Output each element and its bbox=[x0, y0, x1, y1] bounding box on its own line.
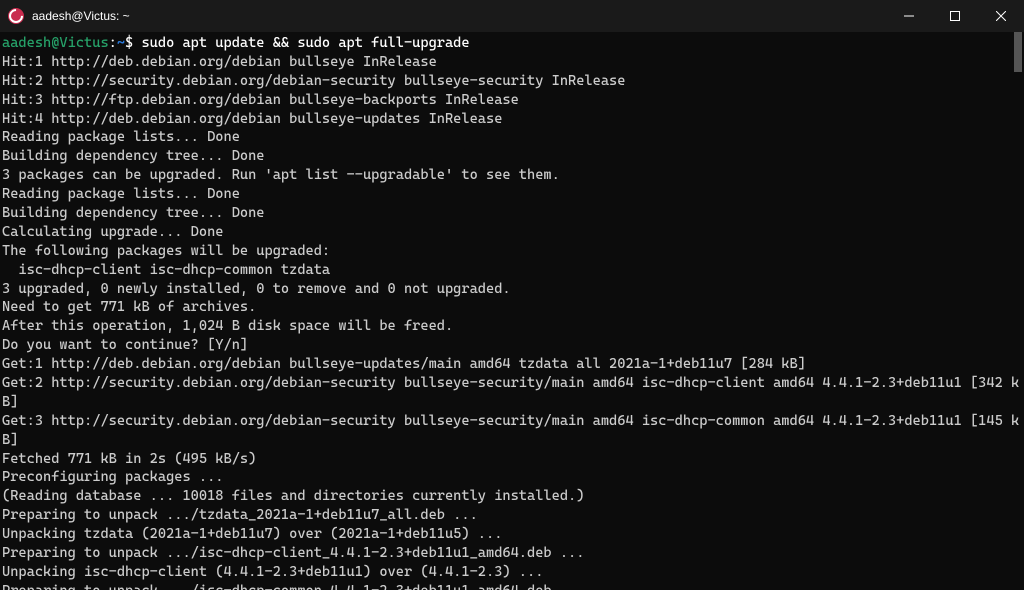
output-line: Hit:4 http://deb.debian.org/debian bulls… bbox=[2, 110, 1024, 129]
output-line: Hit:2 http://security.debian.org/debian-… bbox=[2, 72, 1024, 91]
output-line: Building dependency tree... Done bbox=[2, 204, 1024, 223]
output-line: Building dependency tree... Done bbox=[2, 147, 1024, 166]
output-line: Preparing to unpack .../tzdata_2021a-1+d… bbox=[2, 506, 1024, 525]
prompt-host: Victus bbox=[59, 35, 108, 51]
output-line: (Reading database ... 10018 files and di… bbox=[2, 487, 1024, 506]
output-line: Calculating upgrade... Done bbox=[2, 223, 1024, 242]
prompt-path: ~ bbox=[117, 35, 125, 51]
output-line: Need to get 771 kB of archives. bbox=[2, 298, 1024, 317]
prompt-user: aadesh bbox=[2, 35, 51, 51]
window-controls bbox=[886, 0, 1024, 32]
output-line: isc-dhcp-client isc-dhcp-common tzdata bbox=[2, 261, 1024, 280]
output-line: Get:3 http://security.debian.org/debian-… bbox=[2, 412, 1024, 450]
output-line: Preconfiguring packages ... bbox=[2, 468, 1024, 487]
output-line: Do you want to continue? [Y/n] bbox=[2, 336, 1024, 355]
output-line: Unpacking isc-dhcp-client (4.4.1-2.3+deb… bbox=[2, 563, 1024, 582]
output-line: Unpacking tzdata (2021a-1+deb11u7) over … bbox=[2, 525, 1024, 544]
output-line: Fetched 771 kB in 2s (495 kB/s) bbox=[2, 450, 1024, 469]
prompt-line: aadesh@Victus:~$ sudo apt update && sudo… bbox=[2, 34, 1024, 53]
maximize-button[interactable] bbox=[932, 0, 978, 32]
window-titlebar: aadesh@Victus: ~ bbox=[0, 0, 1024, 32]
prompt-colon: : bbox=[109, 35, 117, 51]
output-line: Reading package lists... Done bbox=[2, 128, 1024, 147]
output-line: Preparing to unpack .../isc-dhcp-client_… bbox=[2, 544, 1024, 563]
command-text: sudo apt update && sudo apt full-upgrade bbox=[133, 35, 469, 51]
output-line: 3 packages can be upgraded. Run 'apt lis… bbox=[2, 166, 1024, 185]
output-line: Hit:1 http://deb.debian.org/debian bulls… bbox=[2, 53, 1024, 72]
scrollbar-thumb[interactable] bbox=[1014, 32, 1022, 72]
output-line: Get:2 http://security.debian.org/debian-… bbox=[2, 374, 1024, 412]
output-line: 3 upgraded, 0 newly installed, 0 to remo… bbox=[2, 280, 1024, 299]
output-line: The following packages will be upgraded: bbox=[2, 242, 1024, 261]
minimize-button[interactable] bbox=[886, 0, 932, 32]
output-line: Preparing to unpack .../isc-dhcp-common_… bbox=[2, 582, 1024, 590]
output-line: Reading package lists... Done bbox=[2, 185, 1024, 204]
terminal-body[interactable]: aadesh@Victus:~$ sudo apt update && sudo… bbox=[0, 32, 1024, 590]
output-line: After this operation, 1,024 B disk space… bbox=[2, 317, 1024, 336]
debian-icon bbox=[8, 8, 24, 24]
close-button[interactable] bbox=[978, 0, 1024, 32]
output-lines: Hit:1 http://deb.debian.org/debian bulls… bbox=[2, 53, 1024, 590]
window-title: aadesh@Victus: ~ bbox=[32, 9, 886, 23]
output-line: Get:1 http://deb.debian.org/debian bulls… bbox=[2, 355, 1024, 374]
output-line: Hit:3 http://ftp.debian.org/debian bulls… bbox=[2, 91, 1024, 110]
